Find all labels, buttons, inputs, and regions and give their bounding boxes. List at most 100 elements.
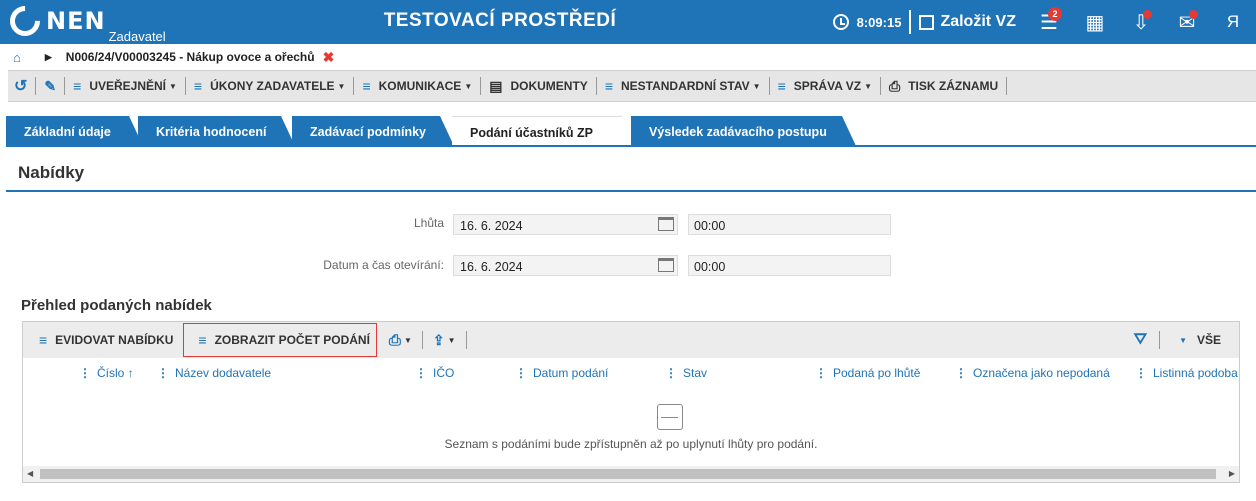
action-list-icon: ≡: [604, 78, 613, 94]
caret-down-icon: ▼: [447, 335, 456, 345]
close-icon[interactable]: ✖: [323, 49, 335, 66]
divider: [64, 77, 66, 95]
calendar-icon[interactable]: [658, 258, 674, 272]
column-menu-icon[interactable]: ⋮: [79, 366, 91, 380]
pen-icon: [919, 14, 935, 30]
show-submission-count-label: ZOBRAZIT POČET PODÁNÍ: [214, 333, 370, 347]
print-menu[interactable]: ⎙ ▼: [377, 322, 420, 358]
column-menu-icon[interactable]: ⋮: [157, 366, 169, 380]
chevron-right-icon: ▶: [44, 51, 52, 62]
menu-button[interactable]: ☰ 2: [1026, 0, 1072, 44]
calculator-button[interactable]: ▦: [1072, 0, 1118, 44]
scrollbar-thumb[interactable]: [40, 469, 1216, 479]
column-menu-icon[interactable]: ⋮: [415, 366, 427, 380]
home-icon[interactable]: ⌂: [13, 50, 21, 65]
column-menu-icon[interactable]: ⋮: [1135, 366, 1147, 380]
divider: [421, 331, 423, 349]
edit-button[interactable]: ✎: [38, 70, 62, 102]
opening-date-field[interactable]: 16. 6. 2024: [453, 255, 678, 276]
action-list-icon: ≡: [73, 78, 82, 94]
filter-button[interactable]: ⛛: [1126, 322, 1157, 358]
section-divider: [6, 190, 1256, 192]
tab-tender-conditions[interactable]: Zadávací podmínky: [292, 116, 454, 146]
documents-button[interactable]: ▤ DOKUMENTY: [483, 70, 594, 102]
tab-label: Zadávací podmínky: [310, 125, 427, 139]
filter-all-label: VŠE: [1196, 333, 1221, 347]
print-record-label: TISK ZÁZNAMU: [908, 79, 999, 93]
column-label: Podaná po lhůtě: [833, 366, 921, 380]
deadline-time-field[interactable]: 00:00: [688, 214, 891, 235]
divider: [595, 77, 597, 95]
export-menu[interactable]: ⇪ ▼: [425, 322, 464, 358]
authority-actions-menu[interactable]: ≡ ÚKONY ZADAVATELE ▼: [188, 70, 352, 102]
publish-label: UVEŘEJNĚNÍ: [89, 79, 166, 93]
tab-procedure-result[interactable]: Výsledek zadávacího postupu: [631, 116, 856, 146]
logo-subtitle: Zadavatel: [108, 29, 166, 44]
column-paper-form[interactable]: ⋮ Listinná podoba: [1135, 366, 1239, 380]
tab-evaluation-criteria[interactable]: Kritéria hodnocení: [138, 116, 295, 146]
deadline-date-field[interactable]: 16. 6. 2024: [453, 214, 678, 235]
tab-participant-submissions[interactable]: Podání účastníků ZP: [452, 116, 636, 147]
divider: [880, 77, 882, 95]
tabs-divider: [6, 145, 1256, 147]
show-submission-count-button[interactable]: ≡ ZOBRAZIT POČET PODÁNÍ: [183, 323, 377, 357]
horizontal-scrollbar[interactable]: ◀ ▶: [23, 466, 1239, 482]
scroll-left-icon[interactable]: ◀: [27, 469, 33, 478]
inbox-button[interactable]: ⇩: [1118, 0, 1164, 44]
opening-time-field[interactable]: 00:00: [688, 255, 891, 276]
column-label: Datum podání: [533, 366, 609, 380]
grid-header: ⋮ Číslo ↑ ⋮ Název dodavatele ⋮ IČO ⋮ Datum p…: [23, 358, 1239, 390]
calendar-icon[interactable]: [658, 217, 674, 231]
tender-management-menu[interactable]: ≡ SPRÁVA VZ ▼: [772, 70, 878, 102]
breadcrumb-tender-title[interactable]: N006/24/V00003245 - Nákup ovoce a ořechů: [66, 50, 315, 64]
breadcrumb: ⌂ ▶ N006/24/V00003245 - Nákup ovoce a oř…: [0, 44, 1256, 70]
tab-basic-info[interactable]: Základní údaje: [6, 116, 143, 146]
column-number[interactable]: ⋮ Číslo ↑: [79, 366, 134, 380]
action-toolbar: ↺ ✎ ≡ UVEŘEJNĚNÍ ▼ ≡ ÚKONY ZADAVATELE ▼ ≡ KOM…: [8, 70, 1256, 102]
publish-menu[interactable]: ≡ UVEŘEJNĚNÍ ▼: [67, 70, 183, 102]
create-tender-button[interactable]: Založit VZ: [909, 10, 1026, 34]
column-state[interactable]: ⋮ Stav: [665, 366, 707, 380]
action-list-icon: ≡: [193, 78, 203, 94]
column-ico[interactable]: ⋮ IČO: [415, 366, 454, 380]
menu-badge: 2: [1048, 7, 1062, 21]
print-record-button[interactable]: ⎙ TISK ZÁZNAMU: [883, 70, 1004, 102]
mail-button[interactable]: ✉: [1164, 0, 1210, 44]
column-marked-not-submitted[interactable]: ⋮ Označena jako nepodaná: [955, 366, 1110, 380]
document-icon: ▤: [489, 77, 503, 94]
column-label: Listinná podoba: [1153, 366, 1238, 380]
caret-down-icon: ▼: [1179, 335, 1187, 345]
top-bar: NEN Zadavatel TESTOVACÍ PROSTŘEDÍ 8:09:1…: [0, 0, 1256, 44]
empty-inbox-icon: [657, 404, 683, 430]
column-late-submission[interactable]: ⋮ Podaná po lhůtě: [815, 366, 920, 380]
empty-state-message: Seznam s podáními bude zpřístupněn až po…: [444, 437, 818, 451]
scroll-right-icon[interactable]: ▶: [1229, 469, 1235, 478]
column-menu-icon[interactable]: ⋮: [815, 366, 827, 380]
column-label: IČO: [433, 366, 455, 380]
clock-icon: [832, 14, 849, 30]
caret-down-icon: ▼: [169, 81, 177, 91]
tab-label: Podání účastníků ZP: [470, 126, 593, 140]
documents-label: DOKUMENTY: [510, 79, 588, 93]
column-menu-icon[interactable]: ⋮: [515, 366, 527, 380]
create-tender-label: Založit VZ: [940, 13, 1016, 30]
column-menu-icon[interactable]: ⋮: [955, 366, 967, 380]
filter-icon: ⛛: [1133, 331, 1148, 348]
column-submission-date[interactable]: ⋮ Datum podání: [515, 366, 608, 380]
tab-label: Základní údaje: [24, 125, 111, 139]
filter-all-dropdown[interactable]: ▼ VŠE: [1162, 322, 1239, 358]
record-offer-button[interactable]: ≡ EVIDOVAT NABÍDKU: [23, 322, 181, 358]
communication-label: KOMUNIKACE: [378, 79, 462, 93]
nonstandard-state-menu[interactable]: ≡ NESTANDARDNÍ STAV ▼: [599, 70, 767, 102]
divider: [35, 77, 37, 95]
divider: [353, 77, 355, 95]
divider: [768, 77, 770, 95]
refresh-button[interactable]: ↺: [8, 70, 33, 102]
column-supplier-name[interactable]: ⋮ Název dodavatele: [157, 366, 271, 380]
user-button[interactable]: Я: [1210, 0, 1256, 44]
printer-icon: ⎙: [889, 77, 901, 94]
column-menu-icon[interactable]: ⋮: [665, 366, 677, 380]
communication-menu[interactable]: ≡ KOMUNIKACE ▼: [356, 70, 478, 102]
section-title: Nabídky: [18, 163, 85, 182]
pencil-icon: ✎: [44, 77, 57, 94]
